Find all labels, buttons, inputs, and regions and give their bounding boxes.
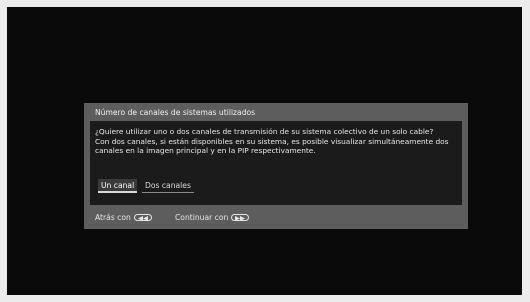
back-label: Atrás con	[95, 213, 131, 222]
description-line: ¿Quiere utilizar uno o dos canales de tr…	[95, 127, 434, 136]
dialog-description: ¿Quiere utilizar uno o dos canales de tr…	[95, 127, 459, 156]
dialog-title: Número de canales de sistemas utilizados	[95, 108, 256, 117]
fast-forward-button-icon	[231, 214, 250, 221]
rewind-button-icon	[133, 214, 152, 221]
dialog-content-panel: ¿Quiere utilizar uno o dos canales de tr…	[90, 121, 462, 205]
continue-hint[interactable]: Continuar con	[175, 213, 250, 222]
option-one-channel[interactable]: Un canal	[98, 179, 138, 193]
option-two-channels[interactable]: Dos canales	[142, 179, 194, 193]
description-line: Con dos canales, si están disponibles en…	[95, 136, 449, 146]
back-hint[interactable]: Atrás con	[95, 213, 152, 222]
channel-count-dialog: Número de canales de sistemas utilizados…	[84, 103, 468, 229]
continue-label: Continuar con	[175, 213, 229, 222]
tv-screen: Número de canales de sistemas utilizados…	[7, 7, 522, 295]
description-line: canales en la imagen principal y en la P…	[95, 146, 316, 156]
